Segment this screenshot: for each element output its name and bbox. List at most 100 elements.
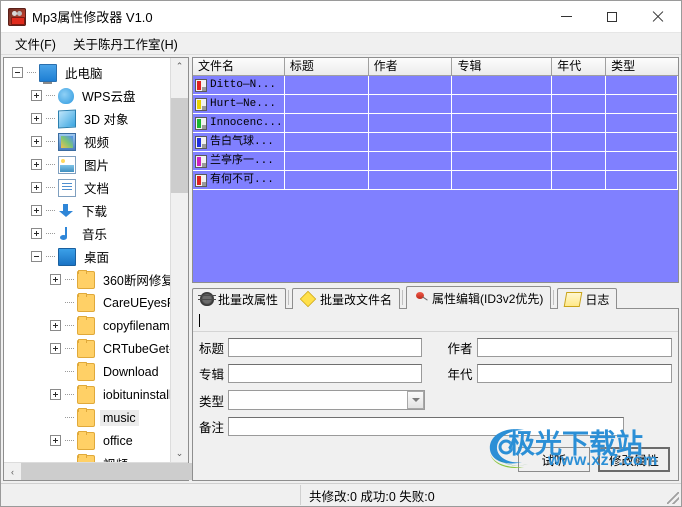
column-header[interactable]: 类型 [606, 58, 678, 76]
artist-field[interactable] [476, 338, 672, 357]
tree-node[interactable]: 3D 对象 [4, 107, 170, 130]
table-cell: 有何不可... [193, 171, 285, 189]
column-header[interactable]: 标题 [284, 58, 369, 76]
expand-icon[interactable] [31, 136, 42, 147]
tree-node[interactable]: 视频 [4, 130, 170, 153]
column-header[interactable]: 专辑 [452, 58, 553, 76]
tab-strip[interactable]: 批量改属性 批量改文件名 属性编辑(ID3v2优先) 日志 [192, 286, 679, 309]
column-header[interactable]: 年代 [552, 58, 607, 76]
year-field[interactable] [476, 364, 672, 383]
desk-icon [58, 247, 76, 266]
tree-node[interactable]: Download [4, 360, 170, 383]
expand-icon[interactable] [50, 343, 61, 354]
tree-node[interactable]: CRTubeGet-1.5 [4, 337, 170, 360]
table-row[interactable]: Ditto—N... [193, 76, 678, 95]
form-row-title-artist: 标题 作者 [199, 338, 672, 357]
minimize-button[interactable] [543, 1, 589, 32]
scroll-left-button[interactable]: ‹ [4, 463, 21, 480]
tree-node-label: 音乐 [82, 228, 108, 242]
tree-node[interactable]: 下载 [4, 199, 170, 222]
file-list-body[interactable]: Ditto—N... Hurt—Ne... Innocenc... 告白气球... 兰亭… [193, 76, 678, 190]
column-header[interactable]: 作者 [368, 58, 453, 76]
table-row[interactable]: 兰亭序一... [193, 152, 678, 171]
collapse-icon[interactable] [31, 251, 42, 262]
tree-connector [65, 279, 75, 280]
tree-scroll-thumb[interactable] [171, 98, 188, 193]
table-cell [369, 114, 453, 132]
remark-field[interactable] [228, 417, 625, 436]
tree-node[interactable]: CareUEyesPro [4, 291, 170, 314]
tab-2[interactable]: 批量改文件名 [292, 288, 401, 309]
scroll-up-button[interactable]: ⌃ [171, 58, 188, 75]
expand-icon[interactable] [31, 90, 42, 101]
tree-node[interactable]: 图片 [4, 153, 170, 176]
tree-horizontal-scrollbar[interactable]: ‹ › [4, 462, 196, 480]
chevron-down-icon[interactable] [407, 391, 425, 409]
tree-node[interactable]: 文档 [4, 176, 170, 199]
tree-node[interactable]: iobituninstaller [4, 383, 170, 406]
bug-icon [198, 292, 216, 306]
tree-connector [46, 164, 56, 165]
folder-tree[interactable]: 此电脑 WPS云盘 3D 对象 视频 图片 文档 下载 音乐 桌面 360断网修复 CareUEye… [4, 58, 170, 462]
preview-button[interactable]: 试听 [518, 447, 590, 472]
table-cell [606, 133, 678, 151]
menu-file[interactable]: 文件(F) [7, 32, 65, 56]
tree-node-label: music [100, 409, 139, 426]
title-field[interactable] [228, 338, 422, 357]
music-icon [58, 226, 74, 242]
tab-4[interactable]: 日志 [557, 288, 618, 309]
tree-node[interactable]: 音乐 [4, 222, 170, 245]
collapse-icon[interactable] [12, 67, 23, 78]
expand-icon[interactable] [50, 274, 61, 285]
folder-tree-panel: 此电脑 WPS云盘 3D 对象 视频 图片 文档 下载 音乐 桌面 360断网修复 CareUEye… [3, 57, 196, 481]
expand-icon[interactable] [31, 182, 42, 193]
scroll-down-button[interactable]: ⌄ [171, 445, 188, 462]
tree-node[interactable]: 桌面 [4, 245, 170, 268]
tree-node[interactable]: office [4, 429, 170, 452]
genre-label: 类型 [199, 394, 225, 409]
tree-vertical-scrollbar[interactable]: ⌃ ⌄ [170, 58, 188, 462]
table-row[interactable]: 告白气球... [193, 133, 678, 152]
tab-1[interactable]: 批量改属性 [192, 288, 287, 309]
tree-connector [46, 141, 56, 142]
expand-icon[interactable] [31, 205, 42, 216]
file-list-header[interactable]: 文件名 标题 作者 专辑 年代 类型 [193, 58, 678, 76]
save-button[interactable]: 修改属性 [598, 447, 670, 472]
resize-grip-icon[interactable] [667, 492, 679, 504]
table-cell [452, 133, 553, 151]
expand-icon[interactable] [31, 159, 42, 170]
folder-icon [77, 453, 95, 462]
tree-node-label: 3D 对象 [84, 113, 129, 127]
menu-about[interactable]: 关于陈丹工作室(H) [65, 32, 187, 56]
album-field[interactable] [228, 364, 422, 383]
table-row[interactable]: Innocenc... [193, 114, 678, 133]
maximize-button[interactable] [589, 1, 635, 32]
tree-node[interactable]: copyfilenamec [4, 314, 170, 337]
expand-icon[interactable] [50, 320, 61, 331]
tab-3[interactable]: 属性编辑(ID3v2优先) [406, 286, 552, 309]
tree-node[interactable]: 360断网修复 [4, 268, 170, 291]
column-header[interactable]: 文件名 [193, 58, 285, 76]
file-list[interactable]: 文件名 标题 作者 专辑 年代 类型 Ditto—N... Hurt—Ne... Innoce… [192, 57, 679, 283]
tree-node[interactable]: WPS云盘 [4, 84, 170, 107]
table-row[interactable]: Hurt—Ne... [193, 95, 678, 114]
close-button[interactable] [635, 1, 681, 32]
pin-icon [414, 291, 428, 305]
expand-icon[interactable] [31, 228, 42, 239]
tree-node[interactable]: 视频 [4, 452, 170, 462]
table-row[interactable]: 有何不可... [193, 171, 678, 190]
tree-connector [65, 417, 75, 418]
tree-connector [65, 348, 75, 349]
expand-icon[interactable] [31, 113, 42, 124]
expand-icon[interactable] [50, 435, 61, 446]
genre-select[interactable] [228, 390, 426, 410]
tree-node-label: 视频 [84, 136, 110, 150]
tree-node-label: 图片 [84, 159, 110, 173]
tree-hscroll-thumb[interactable] [21, 463, 196, 480]
expand-icon[interactable] [50, 389, 61, 400]
tree-node[interactable]: music [4, 406, 170, 429]
tree-node[interactable]: 此电脑 [4, 61, 170, 84]
tree-node-label: Download [103, 364, 159, 379]
